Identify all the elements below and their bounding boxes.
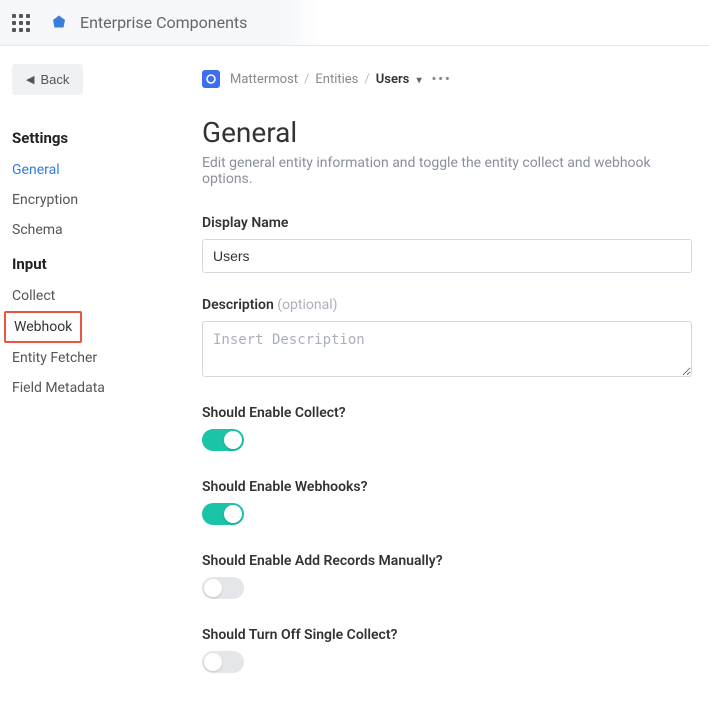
sidebar-item-encryption[interactable]: Encryption — [12, 185, 180, 215]
back-label: Back — [40, 72, 69, 87]
breadcrumb-root[interactable]: Mattermost — [230, 72, 298, 87]
top-bar: Enterprise Components — [0, 0, 709, 46]
toggle-webhooks[interactable] — [202, 503, 244, 525]
breadcrumb: Mattermost / Entities / Users ▾ ••• — [202, 70, 692, 88]
toggle-single-collect-label: Should Turn Off Single Collect? — [202, 627, 692, 643]
app-logo-icon — [50, 14, 68, 32]
page-description: Edit general entity information and togg… — [202, 155, 692, 187]
back-button[interactable]: ◀ Back — [12, 64, 83, 95]
sidebar-item-schema[interactable]: Schema — [12, 215, 180, 245]
sidebar: ◀ Back Settings General Encryption Schem… — [12, 64, 192, 701]
nav-heading-settings: Settings — [12, 129, 180, 147]
breadcrumb-entities[interactable]: Entities — [315, 72, 358, 87]
chevron-down-icon: ▾ — [417, 75, 422, 86]
toggle-knob — [204, 653, 222, 671]
breadcrumb-current[interactable]: Users ▾ — [376, 72, 422, 87]
toggle-collect-label: Should Enable Collect? — [202, 405, 692, 421]
description-label-text: Description — [202, 297, 274, 313]
breadcrumb-more-icon[interactable]: ••• — [432, 72, 452, 87]
sidebar-item-webhook[interactable]: Webhook — [4, 311, 82, 343]
description-input[interactable] — [202, 321, 692, 377]
toggle-knob — [224, 505, 242, 523]
app-grid-icon[interactable] — [12, 14, 30, 32]
display-name-label: Display Name — [202, 215, 692, 231]
sidebar-item-general[interactable]: General — [12, 155, 180, 185]
breadcrumb-sep: / — [364, 72, 369, 87]
description-label: Description (optional) — [202, 297, 692, 313]
toggle-single-collect[interactable] — [202, 651, 244, 673]
display-name-input[interactable] — [202, 239, 692, 273]
breadcrumb-current-label: Users — [376, 72, 410, 87]
toggle-webhooks-label: Should Enable Webhooks? — [202, 479, 692, 495]
app-title: Enterprise Components — [80, 13, 247, 32]
toggle-add-records-label: Should Enable Add Records Manually? — [202, 553, 692, 569]
chevron-left-icon: ◀ — [26, 73, 34, 86]
page-title: General — [202, 116, 692, 149]
nav-heading-input: Input — [12, 255, 180, 273]
toggle-collect[interactable] — [202, 429, 244, 451]
sidebar-item-entity-fetcher[interactable]: Entity Fetcher — [12, 343, 180, 373]
toggle-knob — [224, 431, 242, 449]
toggle-add-records[interactable] — [202, 577, 244, 599]
description-optional: (optional) — [277, 297, 337, 313]
toggle-knob — [204, 579, 222, 597]
breadcrumb-app-icon[interactable] — [202, 70, 220, 88]
sidebar-item-field-metadata[interactable]: Field Metadata — [12, 373, 180, 403]
sidebar-item-collect[interactable]: Collect — [12, 281, 180, 311]
breadcrumb-sep: / — [304, 72, 309, 87]
main-content: Mattermost / Entities / Users ▾ ••• Gene… — [192, 64, 692, 701]
